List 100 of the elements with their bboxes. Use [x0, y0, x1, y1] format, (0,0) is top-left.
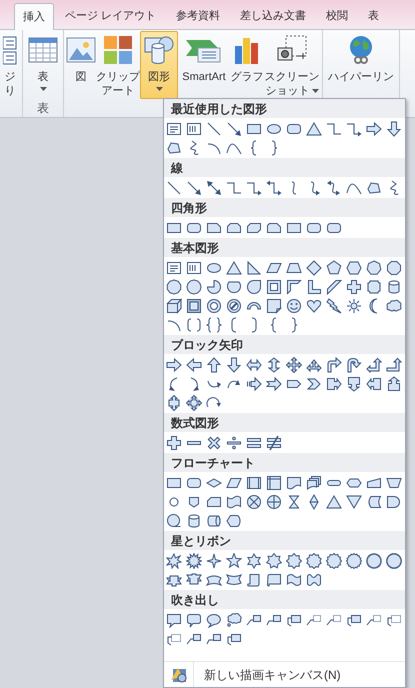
up-arrow-callout-icon[interactable]	[386, 376, 402, 392]
up-down-arrow-icon[interactable]	[266, 356, 282, 372]
twelve-point-seal-icon[interactable]	[326, 552, 342, 568]
stored-data-icon[interactable]	[366, 494, 382, 510]
cloud-icon[interactable]	[386, 298, 402, 314]
direct-access-storage-icon[interactable]	[206, 512, 222, 528]
or-icon[interactable]	[266, 494, 282, 510]
text-box-icon[interactable]	[166, 120, 182, 136]
ribbon-button[interactable]: グラフ	[230, 31, 264, 99]
ribbon-icon[interactable]	[186, 572, 202, 588]
multiply-icon[interactable]	[206, 434, 222, 450]
sequential-access-storage-icon[interactable]	[166, 512, 182, 528]
ribbon-tab[interactable]: 校閲	[317, 3, 358, 29]
ribbon-tab[interactable]: 表	[359, 3, 388, 29]
thirty-two-point-seal-icon[interactable]	[386, 552, 402, 568]
elbow-arrow-icon[interactable]	[246, 180, 262, 196]
right-arrow-icon[interactable]	[166, 356, 182, 372]
ribbon-button[interactable]: 図	[66, 31, 96, 99]
bracket-pair-icon[interactable]	[186, 316, 202, 332]
ribbon-button[interactable]: ジ り	[0, 31, 20, 99]
rectangular-callout-icon[interactable]	[166, 612, 182, 628]
elbow-connector-icon[interactable]	[326, 120, 342, 136]
four-point-star-icon[interactable]	[206, 552, 222, 568]
heart-icon[interactable]	[306, 298, 322, 314]
wave-icon[interactable]	[286, 572, 302, 588]
eight-point-seal-icon[interactable]	[286, 552, 302, 568]
double-wave-icon[interactable]	[306, 572, 322, 588]
ten-point-seal-icon[interactable]	[306, 552, 322, 568]
delay-icon[interactable]	[386, 494, 402, 510]
teardrop-icon[interactable]	[246, 278, 262, 294]
decagon-icon[interactable]	[166, 278, 182, 294]
cross-icon[interactable]	[346, 278, 362, 294]
internal-storage-icon[interactable]	[266, 474, 282, 490]
brace-pair-icon[interactable]	[206, 316, 222, 332]
notched-right-arrow-icon[interactable]	[266, 376, 282, 392]
cube-icon[interactable]	[166, 298, 182, 314]
pie-icon[interactable]	[206, 278, 222, 294]
inverted-triangle-icon[interactable]	[346, 494, 362, 510]
ribbon-button[interactable]: クリップ アート	[96, 31, 140, 99]
cloud-callout-icon[interactable]	[226, 612, 242, 628]
elbow-connector-icon[interactable]	[226, 180, 242, 196]
u-turn-arrow-icon[interactable]	[346, 356, 362, 372]
right-triangle-icon[interactable]	[246, 260, 262, 276]
left-arrow-callout-icon[interactable]	[366, 376, 382, 392]
octagon-icon[interactable]	[386, 260, 402, 276]
not-equal-icon[interactable]	[266, 434, 282, 450]
sixteen-point-seal-icon[interactable]	[346, 552, 362, 568]
ribbon-button[interactable]: 表	[25, 31, 61, 99]
half-frame-icon[interactable]	[286, 278, 302, 294]
no-symbol-icon[interactable]	[226, 298, 242, 314]
twenty-four-point-seal-icon[interactable]	[366, 552, 382, 568]
cross-icon[interactable]	[166, 434, 182, 450]
bent-up-arrow-icon[interactable]	[386, 356, 402, 372]
diamond-icon[interactable]	[306, 260, 322, 276]
left-right-arrow-icon[interactable]	[246, 356, 262, 372]
quad-arrow-icon[interactable]	[286, 356, 302, 372]
freeform-icon[interactable]	[166, 140, 182, 156]
left-up-arrow-icon[interactable]	[366, 356, 382, 372]
frame-icon[interactable]	[266, 278, 282, 294]
curved-double-arrow-connector-icon[interactable]	[326, 180, 342, 196]
cylinder-icon[interactable]	[386, 278, 402, 294]
seven-point-star-icon[interactable]	[266, 552, 282, 568]
oval-callout-icon[interactable]	[206, 612, 222, 628]
hexagon-icon[interactable]	[346, 260, 362, 276]
horizontal-scroll-icon[interactable]	[266, 572, 282, 588]
right-arrow-icon[interactable]	[366, 120, 382, 136]
arrow-line-icon[interactable]	[186, 180, 202, 196]
plaque-icon[interactable]	[366, 278, 382, 294]
division-icon[interactable]	[226, 434, 242, 450]
triangle-icon[interactable]	[226, 260, 242, 276]
down-arrow-callout-icon[interactable]	[346, 376, 362, 392]
elbow-arrow-icon[interactable]	[346, 120, 362, 136]
bevel-icon[interactable]	[186, 298, 202, 314]
curved-ribbon-icon[interactable]	[226, 572, 242, 588]
chevron-icon[interactable]	[306, 376, 322, 392]
folded-corner-icon[interactable]	[266, 298, 282, 314]
rounded-callout-icon[interactable]	[186, 612, 202, 628]
line-icon[interactable]	[206, 120, 222, 136]
diagonal-stripe-icon[interactable]	[326, 278, 342, 294]
smiley-icon[interactable]	[286, 298, 302, 314]
ribbon-tab[interactable]: ページ レイアウト	[56, 3, 166, 29]
vertical-text-box-icon[interactable]	[186, 120, 202, 136]
up-arrow-icon[interactable]	[206, 356, 222, 372]
explosion-icon[interactable]	[186, 552, 202, 568]
text-box-icon[interactable]	[166, 260, 182, 276]
heptagon-icon[interactable]	[366, 260, 382, 276]
collate-icon[interactable]	[286, 494, 302, 510]
freeform-icon[interactable]	[366, 180, 382, 196]
left-arrow-icon[interactable]	[186, 356, 202, 372]
sun-icon[interactable]	[346, 298, 362, 314]
ribbon-tab[interactable]: 差し込み文書	[231, 3, 316, 29]
cylinder-icon[interactable]	[186, 512, 202, 528]
ribbon-button[interactable]: 図形	[140, 31, 178, 99]
predefined-process-icon[interactable]	[246, 474, 262, 490]
ribbon-tab[interactable]: 挿入	[14, 3, 54, 30]
dodecagon-icon[interactable]	[186, 278, 202, 294]
three-way-arrow-icon[interactable]	[306, 356, 322, 372]
bent-arrow-icon[interactable]	[326, 356, 342, 372]
quad-arrow-callout-icon[interactable]	[186, 394, 202, 410]
up-down-arrow-callout-icon[interactable]	[166, 394, 182, 410]
